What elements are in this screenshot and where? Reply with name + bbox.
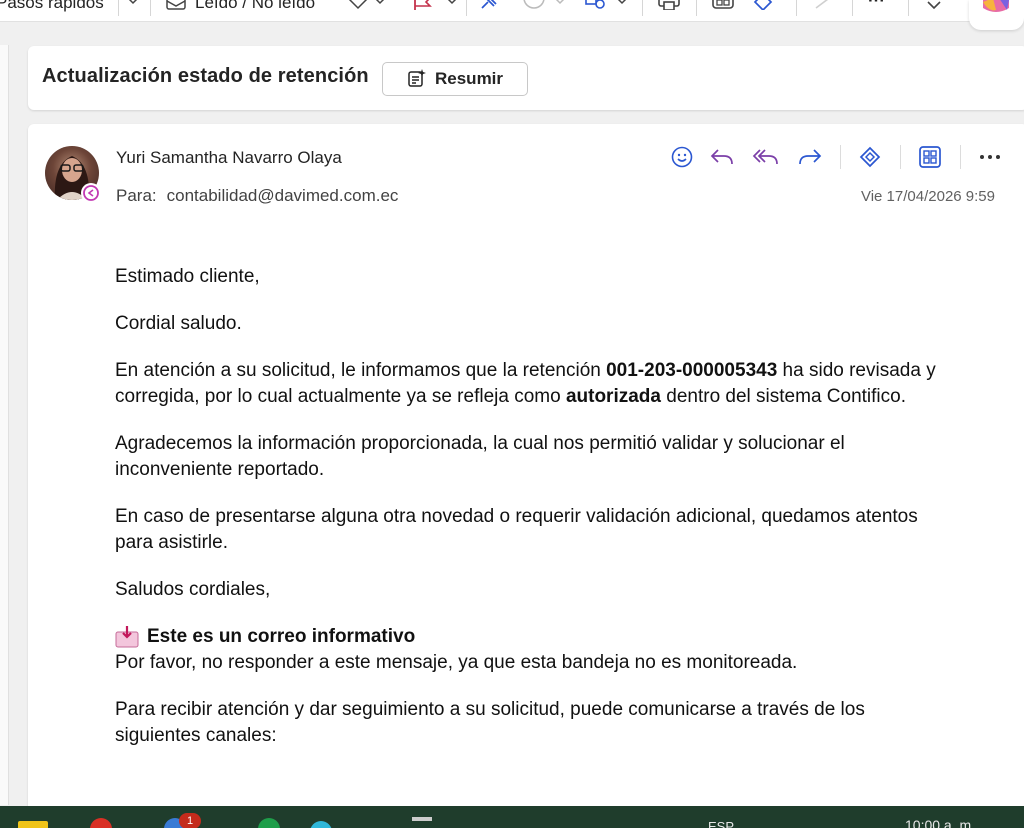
react-button[interactable] [668,144,696,170]
recipient-address[interactable]: contabilidad@davimed.com.ec [167,186,399,205]
print-button[interactable] [656,0,682,10]
body-greeting: Estimado cliente, [115,266,260,287]
toolbar-divider [118,0,119,16]
retention-number: 001-203-000005343 [606,360,778,381]
pin-icon [481,0,497,9]
snooze-button[interactable] [522,0,570,10]
toolbar-divider [642,0,643,16]
tag-icon [348,0,385,10]
language-indicator[interactable]: ESP [708,819,734,828]
pin-button[interactable] [478,0,502,10]
reply-button[interactable] [708,144,736,170]
clock[interactable]: 10:00 a. m. [905,817,975,828]
body-paragraph-followup: En caso de presentarse alguna otra noved… [115,506,918,553]
body-salutation: Cordial saludo. [115,313,242,334]
informative-notice: Este es un correo informativo Por favor,… [115,624,945,676]
apps-grid-icon [712,0,734,9]
summarize-button[interactable]: Resumir [382,62,528,96]
message-body: Estimado cliente, Cordial saludo. En ate… [115,264,945,770]
taskbar-app-icon[interactable] [412,817,432,821]
copilot-button[interactable] [969,0,1024,30]
loop-icon [859,146,881,168]
loop-component-button[interactable] [856,144,884,170]
read-unread-button[interactable]: Leído / No leído [165,0,315,13]
expand-ribbon-chevron-icon[interactable] [926,0,942,10]
retention-status: autorizada [565,386,661,407]
snooze-icon [523,0,565,9]
body-closing: Saludos cordiales, [115,579,271,600]
notice-text: Por favor, no responder a este mensaje, … [115,652,798,673]
toolbar-divider [150,0,151,16]
presence-status-icon [81,183,101,203]
forward-button[interactable] [796,144,824,170]
gear-icon [585,0,627,9]
recipient-line: Para: contabilidad@davimed.com.ec [116,186,398,206]
to-label: Para: [116,186,157,205]
message-reading-pane: Yuri Samantha Navarro Olaya Para: contabi… [28,124,1024,814]
apps-grid-icon [919,146,941,168]
loop-icon [753,0,773,10]
more-actions-button[interactable] [976,144,1004,170]
apps-button[interactable] [710,0,736,10]
envelope-icon [166,0,186,10]
printer-icon [658,0,680,10]
apps-button[interactable] [916,144,944,170]
summarize-icon [408,69,426,87]
more-horizontal-icon [980,155,1000,159]
message-date: Vie 17/04/2026 9:59 [860,188,995,205]
toolbar-divider [696,0,697,16]
actions-divider [960,145,961,169]
rules-button[interactable] [584,0,632,10]
copilot-icon [983,0,1009,12]
quick-steps-dropdown-chevron-icon[interactable] [126,0,140,6]
loop-button[interactable] [752,0,778,10]
toolbar-divider [852,0,853,16]
smiley-icon [671,146,693,168]
toolbar-divider [466,0,467,16]
body-paragraph-retention: En atención a su solicitud, le informamo… [115,360,936,407]
summarize-label: Resumir [435,69,504,88]
quick-steps-button[interactable]: Pasos rápidos [0,0,104,13]
reply-all-icon [752,149,778,165]
notice-title: Este es un correo informativo [115,624,945,650]
toolbar-divider [796,0,797,16]
reply-icon [710,149,733,165]
actions-divider [840,145,841,169]
message-list-edge [0,45,9,805]
windows-taskbar [0,806,1024,828]
sender-name[interactable]: Yuri Samantha Navarro Olaya [116,148,342,168]
inbox-tray-icon [115,626,139,648]
reply-all-button[interactable] [752,144,780,170]
tag-button[interactable] [346,0,386,10]
quick-steps-label: Pasos rápidos [0,0,104,12]
toolbar-divider [908,0,909,16]
actions-divider [900,145,901,169]
more-options-label: ··· [868,0,885,10]
file-explorer-icon[interactable] [18,821,48,828]
more-options-button[interactable]: ··· [868,0,885,11]
flag-icon [414,0,457,10]
command-toolbar: Pasos rápidos Leído / No leído ··· [0,0,1014,22]
arrow-icon [815,0,828,9]
body-paragraph-channels: Para recibir atención y dar seguimiento … [115,699,865,746]
email-subject: Actualización estado de retención [42,65,369,87]
flag-button[interactable] [412,0,460,10]
forward-icon [799,149,822,165]
notification-badge: 1 [179,813,201,828]
forward-disabled-button[interactable] [812,0,838,10]
read-unread-label: Leído / No leído [195,0,316,12]
body-paragraph-thanks: Agradecemos la información proporcionada… [115,433,845,480]
subject-header: Actualización estado de retención Resumi… [28,46,1024,110]
